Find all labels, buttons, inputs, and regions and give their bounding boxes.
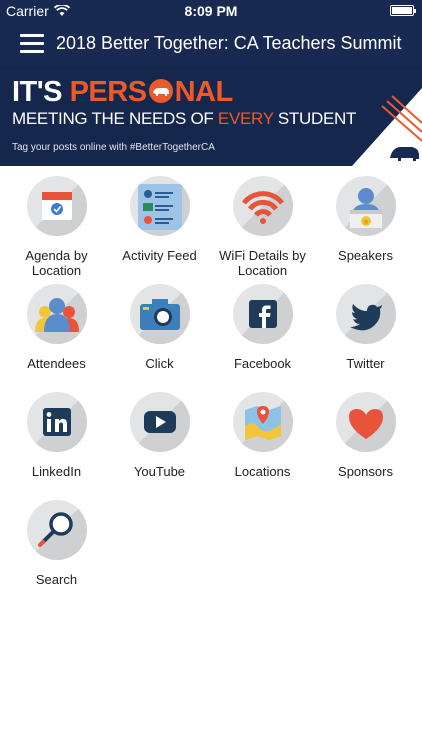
menu-tile-label: Speakers (338, 248, 393, 263)
bear-logo-icon (148, 79, 173, 103)
camera-icon (130, 284, 190, 344)
status-bar: Carrier 8:09 PM (0, 0, 422, 22)
activity-feed-icon (130, 176, 190, 236)
twitter-icon (336, 284, 396, 344)
nav-bar: 2018 Better Together: CA Teachers Summit (0, 22, 422, 66)
menu-tile-camera[interactable]: Click (108, 274, 211, 382)
facebook-icon (233, 284, 293, 344)
menu-tile-label: Sponsors (338, 464, 393, 479)
menu-tile-facebook[interactable]: Facebook (211, 274, 314, 382)
menu-tile-twitter[interactable]: Twitter (314, 274, 417, 382)
event-banner: IT'S PERS NAL MEETING THE NEEDS OF EVERY… (0, 66, 422, 166)
menu-tile-youtube[interactable]: YouTube (108, 382, 211, 490)
menu-tile-label: YouTube (133, 464, 186, 479)
heart-icon (336, 392, 396, 452)
calendar-icon (27, 176, 87, 236)
youtube-icon (130, 392, 190, 452)
menu-icon[interactable] (20, 34, 44, 54)
banner-subtitle: MEETING THE NEEDS OF EVERY STUDENT (12, 109, 357, 128)
menu-tile-activity-feed[interactable]: Activity Feed (108, 166, 211, 274)
menu-tile-label: Attendees (27, 356, 86, 371)
menu-tile-map[interactable]: Locations (211, 382, 314, 490)
banner-tagline: Tag your posts online with #BetterTogeth… (12, 142, 215, 153)
menu-tile-label: Locations (234, 464, 291, 479)
menu-tile-search[interactable]: Search (5, 490, 108, 598)
map-icon (233, 392, 293, 452)
menu-tile-attendees[interactable]: Attendees (5, 274, 108, 382)
menu-tile-linkedin[interactable]: LinkedIn (5, 382, 108, 490)
linkedin-icon (27, 392, 87, 452)
search-icon (27, 500, 87, 560)
menu-tile-heart[interactable]: Sponsors (314, 382, 417, 490)
clock: 8:09 PM (184, 3, 238, 19)
attendees-icon (27, 284, 87, 344)
page-title: 2018 Better Together: CA Teachers Summit (56, 33, 402, 53)
bear-corner-icon (352, 88, 422, 166)
menu-tile-label: Click (145, 356, 174, 371)
banner-title: IT'S PERS NAL (12, 76, 233, 108)
menu-tile-wifi[interactable]: WiFi Details by Location (211, 166, 314, 278)
wifi-icon (233, 176, 293, 236)
battery-icon (390, 5, 416, 16)
menu-tile-label: LinkedIn (31, 464, 82, 479)
menu-tile-label: Activity Feed (122, 248, 197, 263)
speaker-icon (336, 176, 396, 236)
menu-tile-label: Facebook (233, 356, 292, 371)
menu-tile-label: Search (35, 572, 78, 587)
menu-tile-speaker[interactable]: Speakers (314, 166, 417, 274)
menu-tile-label: Twitter (346, 356, 385, 371)
menu-tile-calendar[interactable]: Agenda by Location (5, 166, 108, 278)
